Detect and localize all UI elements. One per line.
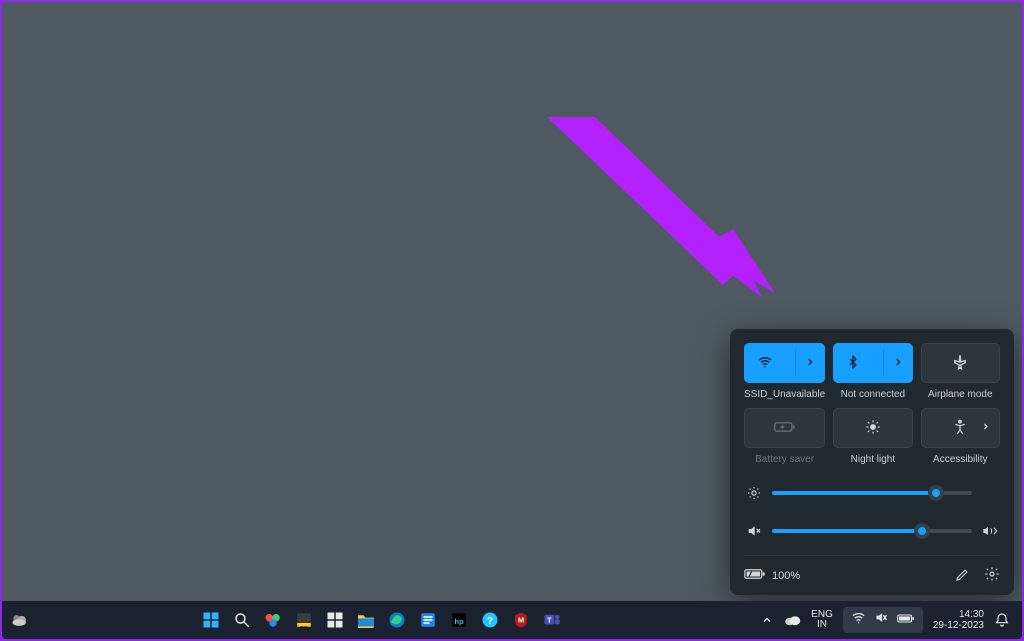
brightness-slider[interactable] — [772, 491, 972, 495]
tray-overflow-button[interactable] — [761, 601, 773, 639]
network-sound-battery-group[interactable] — [843, 607, 923, 633]
accessibility-icon — [952, 419, 968, 438]
svg-text:M: M — [518, 616, 524, 625]
volume-mute-icon[interactable] — [746, 523, 762, 539]
taskbar-app-3[interactable] — [324, 609, 346, 631]
chevron-right-icon[interactable] — [893, 357, 903, 370]
system-tray: ENG IN 14:30 29-12-2023 — [761, 601, 1022, 639]
onedrive-icon[interactable] — [783, 601, 801, 639]
bluetooth-icon — [846, 354, 860, 373]
svg-text:hp: hp — [454, 617, 464, 626]
taskbar-center: PRO hp ? M T — [2, 609, 761, 631]
quick-settings-panel: SSID_Unavailable Not connected — [730, 329, 1014, 595]
start-button[interactable] — [200, 609, 222, 631]
airplane-icon — [951, 353, 969, 374]
volume-slider[interactable] — [772, 529, 972, 533]
settings-button[interactable] — [984, 566, 1000, 585]
wifi-icon — [757, 354, 773, 373]
taskbar: PRO hp ? M T — [2, 601, 1022, 639]
clock[interactable]: 14:30 29-12-2023 — [933, 609, 984, 632]
bluetooth-tile: Not connected — [833, 343, 912, 400]
battery-icon — [744, 568, 766, 583]
battery-text: 100% — [772, 570, 800, 582]
battery-tray-icon — [897, 611, 915, 629]
battery-saver-toggle — [744, 408, 825, 448]
wifi-tray-icon — [851, 611, 866, 629]
sliders — [744, 485, 1000, 539]
taskbar-app-1[interactable] — [262, 609, 284, 631]
brightness-icon — [746, 485, 762, 501]
mcafee-button[interactable]: M — [510, 609, 532, 631]
chevron-right-icon[interactable] — [805, 357, 815, 370]
svg-text:T: T — [547, 615, 552, 624]
wifi-label: SSID_Unavailable — [744, 389, 825, 400]
taskbar-app-5[interactable]: hp — [448, 609, 470, 631]
night-light-toggle[interactable] — [833, 408, 912, 448]
taskbar-app-4[interactable] — [417, 609, 439, 631]
airplane-tile: Airplane mode — [921, 343, 1000, 400]
bluetooth-label: Not connected — [841, 389, 906, 400]
language-indicator[interactable]: ENG IN — [811, 610, 833, 631]
panel-footer: 100% — [744, 555, 1000, 585]
airplane-label: Airplane mode — [928, 389, 992, 400]
night-light-icon — [865, 419, 881, 438]
audio-output-icon[interactable] — [982, 523, 998, 539]
chevron-right-icon[interactable] — [981, 422, 990, 434]
battery-saver-icon — [774, 420, 796, 437]
accessibility-label: Accessibility — [933, 454, 987, 465]
battery-saver-label: Battery saver — [755, 454, 814, 465]
notifications-button[interactable] — [994, 601, 1010, 639]
wifi-tile: SSID_Unavailable — [744, 343, 825, 400]
bluetooth-toggle[interactable] — [833, 343, 912, 383]
brightness-slider-row — [746, 485, 998, 501]
night-light-tile: Night light — [833, 408, 912, 465]
battery-saver-tile: Battery saver — [744, 408, 825, 465]
file-explorer-button[interactable] — [355, 609, 377, 631]
annotation-arrow — [547, 117, 787, 322]
svg-text:?: ? — [487, 616, 493, 627]
desktop[interactable]: SSID_Unavailable Not connected — [2, 2, 1022, 639]
svg-text:PRO: PRO — [300, 625, 308, 629]
get-help-button[interactable]: ? — [479, 609, 501, 631]
quick-settings-grid: SSID_Unavailable Not connected — [744, 343, 1000, 465]
volume-tray-icon — [874, 611, 889, 629]
accessibility-toggle[interactable] — [921, 408, 1000, 448]
widgets-button[interactable] — [2, 601, 38, 639]
night-light-label: Night light — [851, 454, 895, 465]
wifi-toggle[interactable] — [744, 343, 825, 383]
battery-status[interactable]: 100% — [744, 568, 800, 583]
volume-slider-row — [746, 523, 998, 539]
accessibility-tile: Accessibility — [921, 408, 1000, 465]
search-button[interactable] — [231, 609, 253, 631]
edit-quick-settings-button[interactable] — [955, 567, 970, 585]
taskbar-app-2[interactable]: PRO — [293, 609, 315, 631]
airplane-toggle[interactable] — [921, 343, 1000, 383]
teams-button[interactable]: T — [541, 609, 563, 631]
edge-button[interactable] — [386, 609, 408, 631]
